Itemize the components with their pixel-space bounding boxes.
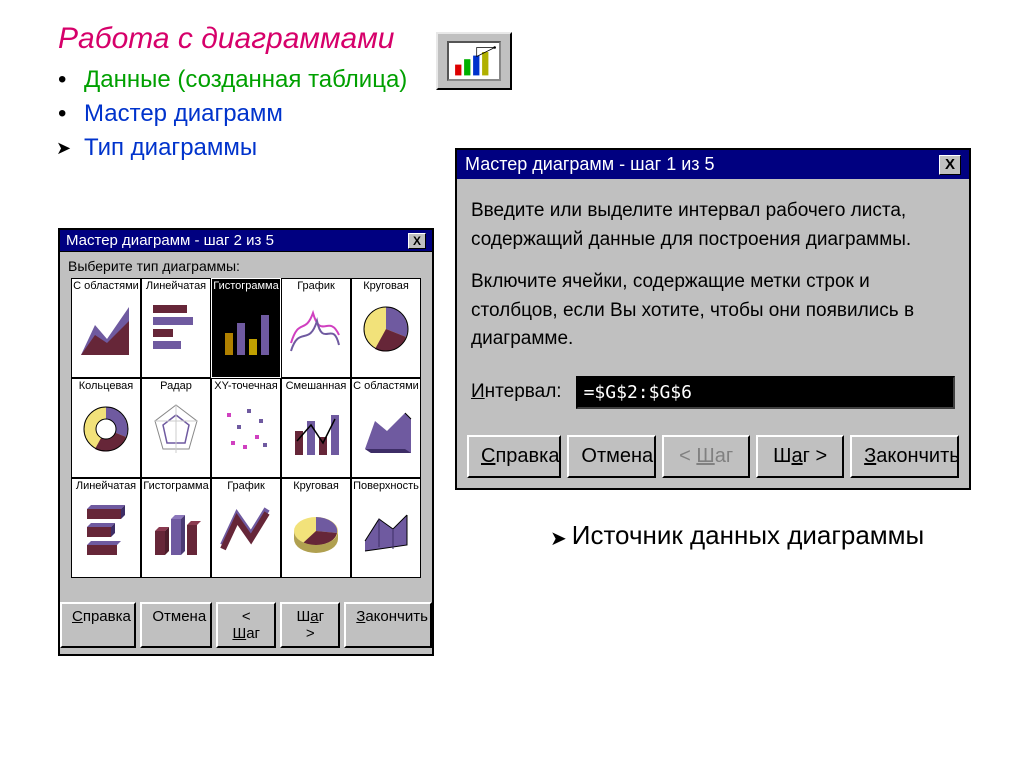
chart-type-label: Гистограмма: [213, 279, 279, 293]
chart-type-pie3d[interactable]: Круговая: [281, 478, 351, 578]
chart-type-label: График: [227, 479, 265, 493]
dialog1-buttons: Справка Отмена < Шаг Шаг > Закончить: [467, 435, 959, 478]
donut-icon: [75, 393, 137, 465]
hbar-icon: [145, 293, 207, 365]
chart-type-pie[interactable]: Круговая: [351, 278, 421, 378]
close-icon[interactable]: X: [408, 233, 426, 249]
radar-icon: [145, 393, 207, 465]
chart-type-label: С областями: [73, 279, 139, 293]
pie3d-icon: [285, 493, 347, 565]
chart-type-label: Смешанная: [286, 379, 347, 393]
dialog2-prompt: Выберите тип диаграммы:: [60, 252, 432, 276]
chart-type-hbar[interactable]: Линейчатая: [141, 278, 211, 378]
chart-type-label: XY-точечная: [214, 379, 277, 393]
chart-type-label: График: [297, 279, 335, 293]
back-button: < Шаг: [662, 435, 750, 478]
interval-label: Интервал:: [471, 381, 562, 403]
interval-input[interactable]: =$G$2:$G$6: [576, 376, 955, 409]
chart-type-label: Круговая: [293, 479, 339, 493]
dialog1-para2: Включите ячейки, содержащие метки строк …: [471, 268, 955, 354]
dialog2-buttons: Справка Отмена < Шаг Шаг > Закончить: [60, 602, 432, 648]
line-icon: [285, 293, 347, 365]
chart-type-area[interactable]: С областями: [71, 278, 141, 378]
combo-icon: [285, 393, 347, 465]
chart-type-hbar3d[interactable]: Линейчатая: [71, 478, 141, 578]
chart-type-area3d[interactable]: С областями: [351, 378, 421, 478]
column-icon: [215, 293, 277, 365]
area-icon: [75, 293, 137, 365]
bullet-data: Данные (созданная таблица): [58, 66, 407, 94]
column3d-icon: [145, 493, 207, 565]
chart-type-scatter[interactable]: XY-точечная: [211, 378, 281, 478]
lbl: правка: [83, 608, 131, 625]
finish-button[interactable]: Закончить: [344, 602, 432, 648]
chart-type-label: С областями: [353, 379, 419, 393]
bullet-type: Тип диаграммы: [58, 134, 407, 162]
source-caption: Источник данных диаграммы: [558, 520, 938, 551]
dialog1-titlebar[interactable]: Мастер диаграмм - шаг 1 из 5 X: [457, 150, 969, 179]
cancel-button[interactable]: Отмена: [140, 602, 212, 648]
help-button[interactable]: Справка: [60, 602, 136, 648]
chart-type-grid: С областями Линейчатая Гистограмма График Кр…: [60, 276, 432, 582]
interval-row: Интервал: =$G$2:$G$6: [457, 368, 969, 409]
hbar3d-icon: [75, 493, 137, 565]
slide-title: Работа с диаграммами: [58, 22, 394, 56]
scatter-icon: [215, 393, 277, 465]
chart-type-line3d[interactable]: График: [211, 478, 281, 578]
cancel-button[interactable]: Отмена: [567, 435, 656, 478]
dialog1-title-text: Мастер диаграмм - шаг 1 из 5: [465, 154, 715, 175]
chart-type-column3d[interactable]: Гистограмма: [141, 478, 211, 578]
chart-wizard-step1-dialog: Мастер диаграмм - шаг 1 из 5 X Введите и…: [455, 148, 971, 490]
chart-type-column[interactable]: Гистограмма: [211, 278, 281, 378]
dialog2-title-text: Мастер диаграмм - шаг 2 из 5: [66, 232, 274, 249]
chart-type-radar[interactable]: Радар: [141, 378, 211, 478]
finish-button[interactable]: Закончить: [850, 435, 959, 478]
chart-type-label: Гистограмма: [143, 479, 209, 493]
back-button[interactable]: < Шаг: [216, 602, 276, 648]
chart-type-line[interactable]: График: [281, 278, 351, 378]
chart-wizard-step2-dialog: Мастер диаграмм - шаг 2 из 5 X Выберите …: [58, 228, 434, 656]
chart-type-label: Круговая: [363, 279, 409, 293]
chart-type-surface[interactable]: Поверхность: [351, 478, 421, 578]
chart-type-label: Кольцевая: [79, 379, 134, 393]
area3d-icon: [355, 393, 417, 465]
chart-type-label: Радар: [160, 379, 192, 393]
line3d-icon: [215, 493, 277, 565]
chart-wizard-icon[interactable]: [436, 32, 512, 90]
dialog1-body: Введите или выделите интервал рабочего л…: [457, 179, 969, 354]
pie-icon: [355, 293, 417, 365]
chart-type-label: Поверхность: [353, 479, 419, 493]
help-button[interactable]: Справка: [467, 435, 561, 478]
chart-type-label: Линейчатая: [76, 479, 136, 493]
next-button[interactable]: Шаг >: [756, 435, 844, 478]
bullet-list: Данные (созданная таблица) Мастер диагра…: [58, 60, 407, 168]
chart-type-label: Линейчатая: [146, 279, 206, 293]
surface-icon: [355, 493, 417, 565]
bullet-wizard: Мастер диаграмм: [58, 100, 407, 128]
chart-type-combo[interactable]: Смешанная: [281, 378, 351, 478]
chart-wizard-icon-inner: [447, 41, 501, 81]
close-icon[interactable]: X: [939, 155, 961, 175]
dialog2-titlebar[interactable]: Мастер диаграмм - шаг 2 из 5 X: [60, 230, 432, 252]
chart-type-donut[interactable]: Кольцевая: [71, 378, 141, 478]
next-button[interactable]: Шаг >: [280, 602, 340, 648]
dialog1-para1: Введите или выделите интервал рабочего л…: [471, 197, 955, 254]
